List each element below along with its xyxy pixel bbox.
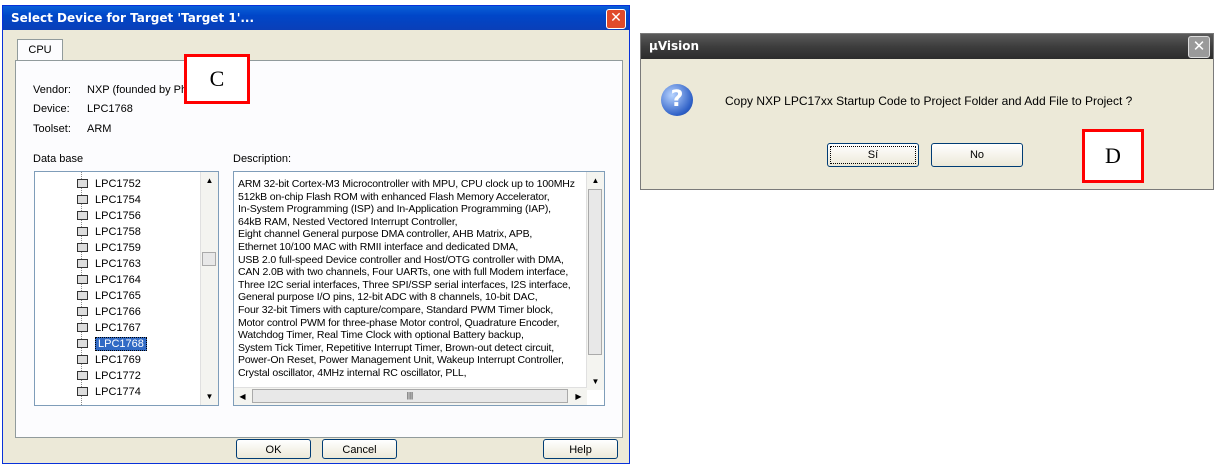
hscroll-thumb[interactable]: ||| [252, 389, 568, 403]
chip-icon [77, 179, 88, 188]
help-button[interactable]: Help [543, 439, 618, 459]
description-line: In-System Programming (ISP) and In-Appli… [238, 203, 551, 216]
chip-icon [77, 355, 88, 364]
list-item[interactable]: LPC1774 [35, 384, 201, 400]
close-icon[interactable]: ✕ [606, 9, 626, 29]
list-item[interactable]: LPC1752 [35, 176, 201, 192]
dialog-titlebar[interactable]: µVision ✕ [641, 34, 1213, 59]
vendor-label: Vendor: [33, 84, 71, 96]
device-name: LPC1765 [95, 290, 141, 302]
no-button[interactable]: No [931, 143, 1023, 167]
description-line: System Tick Timer, Repetitive Interrupt … [238, 341, 554, 354]
chip-icon [77, 307, 88, 316]
yes-button[interactable]: Sí [827, 143, 919, 167]
close-icon[interactable]: ✕ [1188, 36, 1210, 58]
description-line: Motor control PWM for three-phase Motor … [238, 316, 560, 329]
description-line: Three I2C serial interfaces, Three SPI/S… [238, 278, 571, 291]
chip-icon [77, 195, 88, 204]
dialog-title: µVision [649, 39, 700, 53]
ok-button[interactable]: OK [236, 439, 311, 459]
list-item[interactable]: LPC1772 [35, 368, 201, 384]
tab-cpu[interactable]: CPU [17, 39, 63, 61]
dialog-message: Copy NXP LPC17xx Startup Code to Project… [725, 94, 1133, 108]
device-name: LPC1769 [95, 354, 141, 366]
list-item[interactable]: LPC1754 [35, 192, 201, 208]
device-name: LPC1756 [95, 210, 141, 222]
description-line: 64kB RAM, Nested Vectored Interrupt Cont… [238, 215, 458, 228]
list-item[interactable]: LPC1764 [35, 272, 201, 288]
description-line: General purpose I/O pins, 12-bit ADC wit… [238, 291, 538, 304]
chip-icon [77, 387, 88, 396]
description-box[interactable]: ARM 32-bit Cortex-M3 Microcontroller wit… [233, 171, 605, 406]
list-item[interactable]: LPC1759 [35, 240, 201, 256]
device-name: LPC1767 [95, 322, 141, 334]
description-vscrollbar[interactable]: ▲ ▼ [586, 172, 604, 390]
scroll-up-icon[interactable]: ▲ [587, 172, 604, 189]
list-item[interactable]: LPC1765 [35, 288, 201, 304]
list-item[interactable]: LPC1763 [35, 256, 201, 272]
device-name: LPC1772 [95, 370, 141, 382]
description-line: 512kB on-chip Flash ROM with enhanced Fl… [238, 190, 550, 203]
device-tree[interactable]: LPC1752 LPC1754 LPC1756 LPC1758 LPC1759 LPC17… [34, 171, 219, 406]
marker-c: C [184, 54, 250, 104]
chip-icon [77, 259, 88, 268]
toolset-value: ARM [87, 123, 112, 135]
description-line: Eight channel General purpose DMA contro… [238, 228, 533, 241]
device-name: LPC1759 [95, 242, 141, 254]
chip-icon [77, 275, 88, 284]
description-label: Description: [233, 153, 292, 165]
toolset-label: Toolset: [33, 123, 71, 135]
device-name: LPC1768 [95, 337, 147, 351]
dialog-title: Select Device for Target 'Target 1'... [11, 11, 255, 25]
scroll-down-icon[interactable]: ▼ [201, 388, 218, 405]
device-name: LPC1774 [95, 386, 141, 398]
cancel-button[interactable]: Cancel [322, 439, 397, 459]
description-line: Watchdog Timer, Real Time Clock with opt… [238, 329, 524, 342]
description-line: CAN 2.0B with two channels, Four UARTs, … [238, 266, 569, 279]
scroll-left-icon[interactable]: ◀ [234, 388, 251, 405]
list-item[interactable]: LPC1758 [35, 224, 201, 240]
vendor-value: NXP (founded by Ph [87, 84, 188, 96]
device-value: LPC1768 [87, 103, 133, 115]
description-line: ARM 32-bit Cortex-M3 Microcontroller wit… [238, 178, 575, 190]
description-hscrollbar[interactable]: ◀ ||| ▶ [234, 387, 587, 405]
scroll-thumb[interactable] [588, 189, 602, 355]
question-icon: ? [661, 84, 693, 116]
chip-icon [77, 339, 88, 348]
scroll-up-icon[interactable]: ▲ [201, 172, 218, 189]
scroll-thumb[interactable] [202, 252, 216, 266]
list-item[interactable]: LPC1766 [35, 304, 201, 320]
device-label: Device: [33, 103, 70, 115]
device-name: LPC1766 [95, 306, 141, 318]
chip-icon [77, 291, 88, 300]
select-device-dialog: Select Device for Target 'Target 1'... ✕… [2, 5, 630, 464]
chip-icon [77, 371, 88, 380]
list-item[interactable]: LPC1768 [35, 336, 201, 352]
chip-icon [77, 323, 88, 332]
chip-icon [77, 227, 88, 236]
list-item[interactable]: LPC1767 [35, 320, 201, 336]
device-name: LPC1764 [95, 274, 141, 286]
scroll-right-icon[interactable]: ▶ [570, 388, 587, 405]
marker-d: D [1082, 129, 1144, 183]
device-name: LPC1752 [95, 178, 141, 190]
description-line: Power-On Reset, Power Management Unit, W… [238, 354, 564, 367]
chip-icon [77, 243, 88, 252]
description-line: Crystal oscillator, 4MHz internal RC osc… [238, 366, 467, 379]
dialog-titlebar[interactable]: Select Device for Target 'Target 1'... ✕ [3, 6, 629, 30]
list-item[interactable]: LPC1756 [35, 208, 201, 224]
list-item[interactable]: LPC1769 [35, 352, 201, 368]
device-name: LPC1758 [95, 226, 141, 238]
database-label: Data base [33, 153, 84, 165]
scroll-down-icon[interactable]: ▼ [587, 373, 604, 390]
uvision-dialog: µVision ✕ ? Copy NXP LPC17xx Startup Cod… [640, 33, 1214, 190]
chip-icon [77, 211, 88, 220]
device-tree-scrollbar[interactable]: ▲ ▼ [200, 172, 218, 405]
description-line: Ethernet 10/100 MAC with RMII interface … [238, 240, 519, 253]
device-name: LPC1754 [95, 194, 141, 206]
device-name: LPC1763 [95, 258, 141, 270]
description-line: USB 2.0 full-speed Device controller and… [238, 253, 564, 266]
description-line: Four 32-bit Timers with capture/compare,… [238, 303, 554, 316]
